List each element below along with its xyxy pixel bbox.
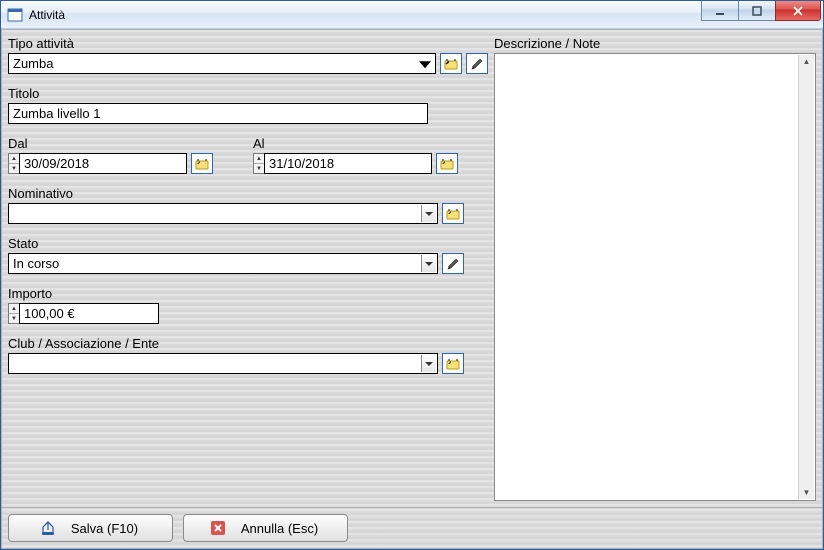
importo-value: 100,00 € (24, 306, 75, 321)
importo-spinner[interactable]: ▲ ▼ (8, 303, 19, 324)
cancel-icon (209, 519, 227, 537)
chevron-down-icon (421, 205, 436, 222)
label-club: Club / Associazione / Ente (8, 336, 488, 351)
dal-calendar-button[interactable] (191, 153, 213, 174)
chevron-down-icon (421, 355, 436, 372)
label-importo: Importo (8, 286, 488, 301)
group-club: Club / Associazione / Ente (8, 336, 488, 374)
pencil-icon (470, 57, 484, 71)
group-dates: Dal ▲ ▼ 30/09/2018 (8, 136, 488, 174)
label-titolo: Titolo (8, 86, 488, 101)
window-buttons (702, 1, 821, 21)
spinner-up-icon: ▲ (9, 304, 19, 314)
spinner-down-icon: ▼ (254, 164, 264, 173)
cancel-button[interactable]: Annulla (Esc) (183, 514, 348, 542)
dal-input[interactable]: 30/09/2018 (19, 153, 187, 174)
tipo-edit-button[interactable] (466, 53, 488, 74)
rolodex-icon (194, 156, 210, 172)
label-dal: Dal (8, 136, 213, 151)
window-app-icon (7, 7, 23, 23)
nominativo-lookup-button[interactable] (442, 203, 464, 224)
right-column: Descrizione / Note (494, 36, 816, 501)
group-stato: Stato In corso (8, 236, 488, 274)
titolo-value: Zumba livello 1 (13, 106, 100, 121)
rolodex-icon (443, 56, 459, 72)
label-tipo: Tipo attività (8, 36, 488, 51)
form-body: Tipo attività Zumba (1, 29, 823, 508)
save-button[interactable]: Salva (F10) (8, 514, 173, 542)
save-icon (39, 519, 57, 537)
tipo-lookup-button[interactable] (440, 53, 462, 74)
footer-buttons: Salva (F10) Annulla (Esc) (1, 508, 823, 549)
group-titolo: Titolo Zumba livello 1 (8, 86, 488, 124)
spinner-down-icon: ▼ (9, 164, 19, 173)
dal-value: 30/09/2018 (24, 156, 89, 171)
nominativo-combobox[interactable] (8, 203, 438, 224)
spinner-down-icon: ▼ (9, 314, 19, 323)
al-calendar-button[interactable] (436, 153, 458, 174)
group-importo: Importo ▲ ▼ 100,00 € (8, 286, 488, 324)
titlebar: Attività (1, 1, 823, 29)
label-al: Al (253, 136, 458, 151)
spinner-up-icon: ▲ (9, 154, 19, 164)
tipo-attivita-value: Zumba (13, 56, 53, 71)
close-button[interactable] (775, 1, 821, 21)
importo-input[interactable]: 100,00 € (19, 303, 159, 324)
window-title: Attività (29, 8, 65, 22)
activity-window: Attività Tipo attività Zumba (0, 0, 824, 550)
club-value (13, 355, 419, 372)
rolodex-icon (445, 206, 461, 222)
cancel-button-label: Annulla (Esc) (241, 521, 318, 536)
group-tipo: Tipo attività Zumba (8, 36, 488, 74)
maximize-button[interactable] (738, 1, 776, 21)
club-lookup-button[interactable] (442, 353, 464, 374)
minimize-button[interactable] (701, 1, 739, 21)
al-block: Al ▲ ▼ 31/10/2018 (253, 136, 458, 174)
stato-value: In corso (13, 255, 419, 272)
label-nominativo: Nominativo (8, 186, 488, 201)
descrizione-textarea[interactable] (494, 53, 816, 501)
notes-scrollbar[interactable] (798, 55, 814, 499)
club-combobox[interactable] (8, 353, 438, 374)
tipo-attivita-combobox[interactable]: Zumba (8, 53, 436, 74)
titolo-input[interactable]: Zumba livello 1 (8, 103, 428, 124)
group-nominativo: Nominativo (8, 186, 488, 224)
dal-block: Dal ▲ ▼ 30/09/2018 (8, 136, 213, 174)
dal-spinner[interactable]: ▲ ▼ (8, 153, 19, 174)
chevron-down-icon (421, 255, 436, 272)
pencil-icon (446, 257, 460, 271)
nominativo-value (13, 205, 419, 222)
left-column: Tipo attività Zumba (8, 36, 488, 501)
stato-edit-button[interactable] (442, 253, 464, 274)
rolodex-icon (439, 156, 455, 172)
al-spinner[interactable]: ▲ ▼ (253, 153, 264, 174)
label-stato: Stato (8, 236, 488, 251)
stato-combobox[interactable]: In corso (8, 253, 438, 274)
spinner-up-icon: ▲ (254, 154, 264, 164)
rolodex-icon (445, 356, 461, 372)
al-input[interactable]: 31/10/2018 (264, 153, 432, 174)
al-value: 31/10/2018 (269, 156, 334, 171)
save-button-label: Salva (F10) (71, 521, 138, 536)
label-descrizione: Descrizione / Note (494, 36, 816, 51)
